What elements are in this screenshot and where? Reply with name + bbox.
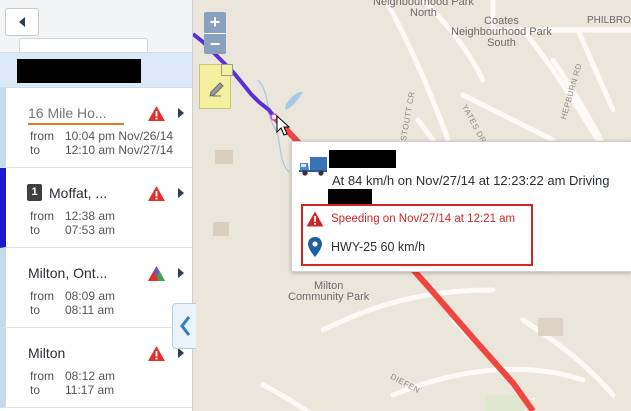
collapse-sidebar-button[interactable] — [172, 303, 196, 349]
map-view[interactable]: Neighbourhood Park North Coates Neighbou… — [193, 0, 631, 411]
chevron-right-icon[interactable] — [177, 348, 184, 358]
redacted-driver-name — [328, 189, 372, 204]
from-label: from — [30, 369, 54, 383]
chevron-left-icon — [179, 316, 190, 336]
chevron-right-icon[interactable] — [177, 108, 184, 118]
map-label: Milton Community Park — [288, 280, 370, 303]
from-label: from — [30, 209, 54, 223]
trip-sidebar: 16 Mile Ho... from 10:04 pm Nov/26/14 to… — [0, 0, 193, 411]
from-label: from — [30, 129, 54, 143]
redacted-vehicle-name — [329, 150, 396, 168]
chevron-left-icon — [19, 17, 25, 27]
warning-icon — [148, 106, 165, 121]
from-time: 08:12 am — [65, 369, 116, 383]
from-time: 10:04 pm Nov/26/14 — [65, 129, 174, 143]
redacted-vehicle-name — [17, 59, 141, 83]
chevron-right-icon[interactable] — [177, 188, 184, 198]
to-label: to — [30, 223, 41, 237]
selection-underline — [28, 123, 124, 125]
vehicle-info-popup: At 84 km/h on Nov/27/14 at 12:23:22 am D… — [291, 141, 631, 272]
zoom-in-button[interactable]: + — [204, 12, 226, 32]
vehicle-status-text: At 84 km/h on Nov/27/14 at 12:23:22 am D… — [332, 173, 610, 188]
to-time: 07:53 am — [65, 223, 116, 237]
to-time: 12:10 am Nov/27/14 — [65, 143, 174, 157]
map-pin-icon — [308, 237, 322, 257]
map-label: PHILBROO — [587, 15, 631, 26]
trip-title: Milton — [28, 345, 66, 361]
trip-item[interactable]: 16 Mile Ho... from 10:04 pm Nov/26/14 to… — [0, 88, 192, 168]
to-label: to — [30, 143, 41, 157]
to-time: 11:17 am — [65, 383, 115, 397]
trip-item[interactable]: Milton, Ont... from 08:09 am to 08:11 am — [0, 248, 192, 328]
draw-tool-toggle[interactable] — [221, 64, 233, 76]
to-label: to — [30, 383, 41, 397]
back-button[interactable] — [5, 8, 39, 36]
sidebar-toolbar — [0, 0, 192, 54]
zoom-control: + − — [204, 12, 226, 54]
exception-text[interactable]: Speeding on Nov/27/14 at 12:21 am — [331, 213, 515, 225]
trip-item[interactable]: Milton from 08:12 am to 11:17 am — [0, 328, 192, 408]
chevron-right-icon[interactable] — [177, 268, 184, 278]
warning-icon — [148, 346, 165, 361]
map-label: Coates Neighbourhood Park South — [451, 15, 552, 49]
trip-title: Milton, Ont... — [28, 265, 108, 281]
location-text: HWY-25 60 km/h — [331, 240, 426, 254]
multi-warning-icon — [148, 266, 165, 281]
trip-number-badge: 1 — [27, 184, 42, 201]
trip-title: 16 Mile Ho... — [28, 105, 107, 121]
warning-icon — [148, 186, 165, 201]
to-time: 08:11 am — [65, 303, 115, 317]
from-label: from — [30, 289, 54, 303]
from-time: 08:09 am — [65, 289, 116, 303]
trip-title: Moffat, ... — [49, 185, 108, 201]
to-label: to — [30, 303, 41, 317]
warning-icon — [306, 211, 324, 227]
trip-item[interactable]: 1 Moffat, ... from 12:38 am to 07:53 am — [0, 168, 192, 248]
zoom-out-button[interactable]: − — [204, 33, 226, 54]
exception-box: Speeding on Nov/27/14 at 12:21 am HWY-25… — [301, 204, 533, 266]
pencil-icon — [209, 82, 224, 97]
from-time: 12:38 am — [65, 209, 116, 223]
truck-icon — [299, 157, 327, 176]
vehicle-header — [0, 52, 192, 88]
